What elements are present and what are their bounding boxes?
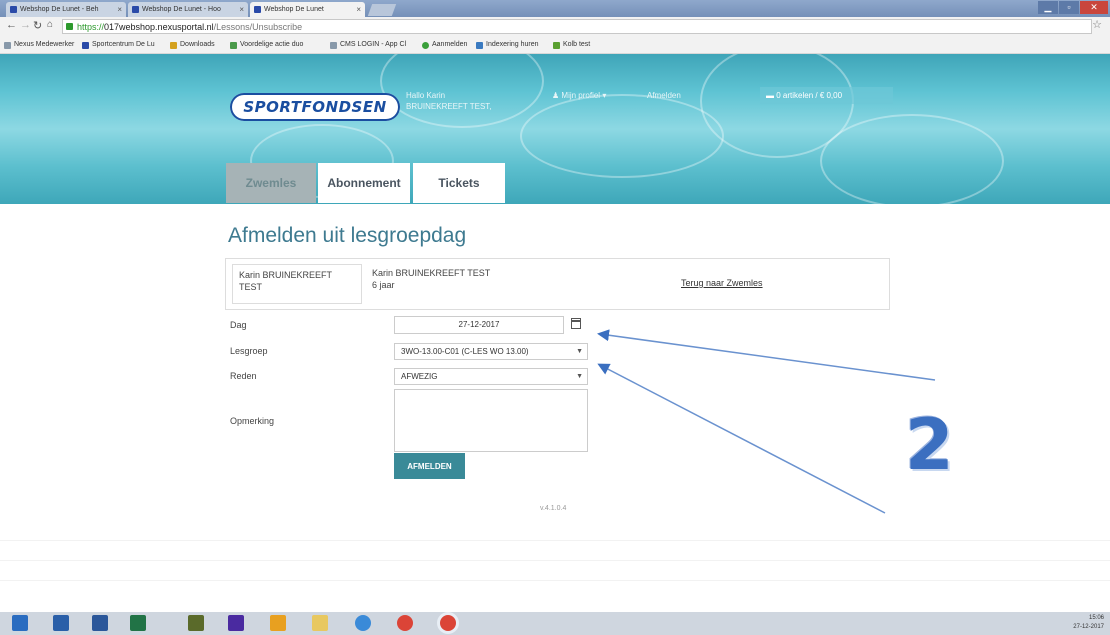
excel-icon[interactable] (130, 615, 146, 631)
clock-date: 27-12-2017 (1073, 624, 1104, 630)
annotation-number: 2 (905, 404, 954, 486)
windows-taskbar: 15:06 27-12-2017 (0, 612, 1110, 635)
chrome-icon[interactable] (397, 615, 413, 631)
clock-time: 15:06 (1088, 615, 1104, 621)
chrome-active-icon[interactable] (440, 615, 456, 631)
onenote-icon[interactable] (228, 615, 244, 631)
windows-start-icon[interactable] (12, 615, 28, 631)
system-clock[interactable]: 15:06 27-12-2017 (1073, 614, 1104, 632)
sticky-notes-icon[interactable] (270, 615, 286, 631)
app-icon[interactable] (188, 615, 204, 631)
folder-icon[interactable] (312, 615, 328, 631)
annotation-arrows (597, 329, 936, 514)
arrow-to-lesgroep (597, 363, 886, 514)
word-icon[interactable] (92, 615, 108, 631)
internet-explorer-icon[interactable] (355, 615, 371, 631)
outlook-icon[interactable] (53, 615, 69, 631)
arrow-to-date (597, 329, 936, 381)
